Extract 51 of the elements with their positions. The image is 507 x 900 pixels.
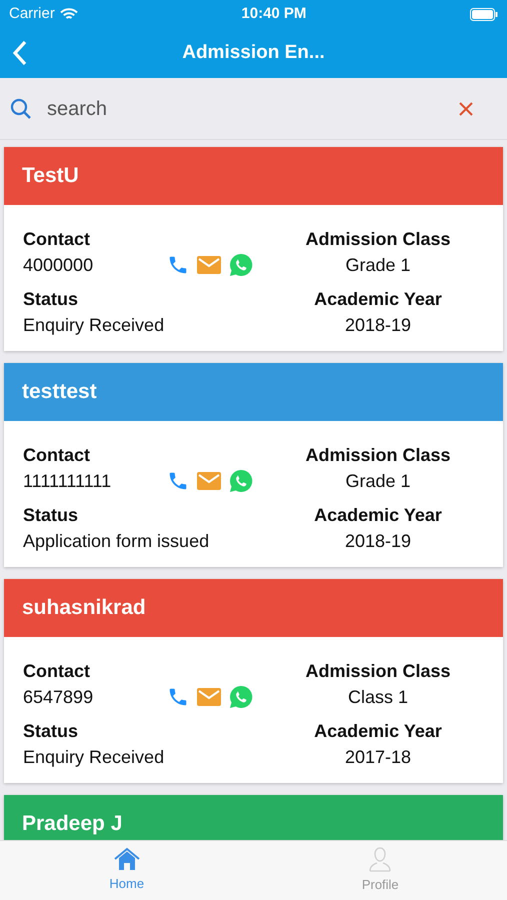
search-field[interactable]: search	[47, 94, 458, 124]
clock-time: 10:40 PM	[241, 4, 306, 24]
phone-icon[interactable]	[167, 470, 189, 492]
back-chevron-icon	[12, 40, 28, 66]
field-label: Admission Class	[305, 444, 451, 467]
field-label: Admission Class	[305, 660, 451, 683]
class-value: Grade 1	[345, 254, 411, 277]
battery-icon	[470, 8, 498, 20]
student-name: suhasnikrad	[22, 595, 146, 622]
year-value: 2017-18	[344, 746, 412, 769]
field-label: Academic Year	[314, 504, 442, 527]
field-label: Status	[23, 288, 80, 311]
clear-icon[interactable]	[458, 100, 474, 116]
field-label: Status	[23, 720, 80, 743]
envelope-icon[interactable]	[197, 255, 221, 275]
field-label: Academic Year	[314, 288, 442, 311]
year-value: 2018-19	[344, 314, 412, 337]
class-value: Class 1	[348, 686, 408, 709]
field-label: Admission Class	[305, 228, 451, 251]
chat-bubble-icon[interactable]	[229, 469, 253, 493]
card-background[interactable]: testtest Contact 1111111111 Status Application form issued Admission Class Grade 1 Academic Year 2018-19	[4, 363, 503, 567]
page-title: Admission En...	[182, 40, 325, 65]
card-background[interactable]: TestU Contact 4000000 Status Enquiry Received Admission Class Grade 1 Academic Year 2018-19	[4, 147, 503, 351]
student-name: testtest	[22, 379, 97, 406]
student-name: TestU	[22, 163, 79, 190]
chat-bubble-icon[interactable]	[229, 685, 253, 709]
year-value: 2018-19	[344, 530, 412, 553]
search-icon	[10, 98, 32, 120]
class-value: Grade 1	[345, 470, 411, 493]
envelope-icon[interactable]	[197, 687, 221, 707]
contact-number: 1111111111	[23, 470, 112, 493]
status-value: Application form issued	[23, 530, 210, 553]
contact-number: 6547899	[23, 686, 94, 709]
phone-icon[interactable]	[167, 254, 189, 276]
chat-bubble-icon[interactable]	[229, 253, 253, 277]
field-label: Contact	[23, 660, 91, 683]
card-background[interactable]: suhasnikrad Contact 6547899 Status Enquiry Received Admission Class Class 1 Academic Year 2017-18	[4, 579, 503, 783]
contact-number: 4000000	[23, 254, 94, 277]
status-value: Enquiry Received	[23, 746, 166, 769]
wifi-icon	[60, 8, 78, 20]
field-label: Contact	[23, 444, 91, 467]
envelope-icon[interactable]	[197, 471, 221, 491]
field-label: Contact	[23, 228, 91, 251]
person-icon	[368, 846, 392, 872]
field-label: Academic Year	[314, 720, 442, 743]
field-label: Status	[23, 504, 80, 527]
carrier-label: Carrier	[9, 4, 55, 24]
student-name: Pradeep J	[22, 811, 122, 838]
house-icon	[114, 847, 140, 872]
status-value: Enquiry Received	[23, 314, 166, 337]
phone-icon[interactable]	[167, 686, 189, 708]
